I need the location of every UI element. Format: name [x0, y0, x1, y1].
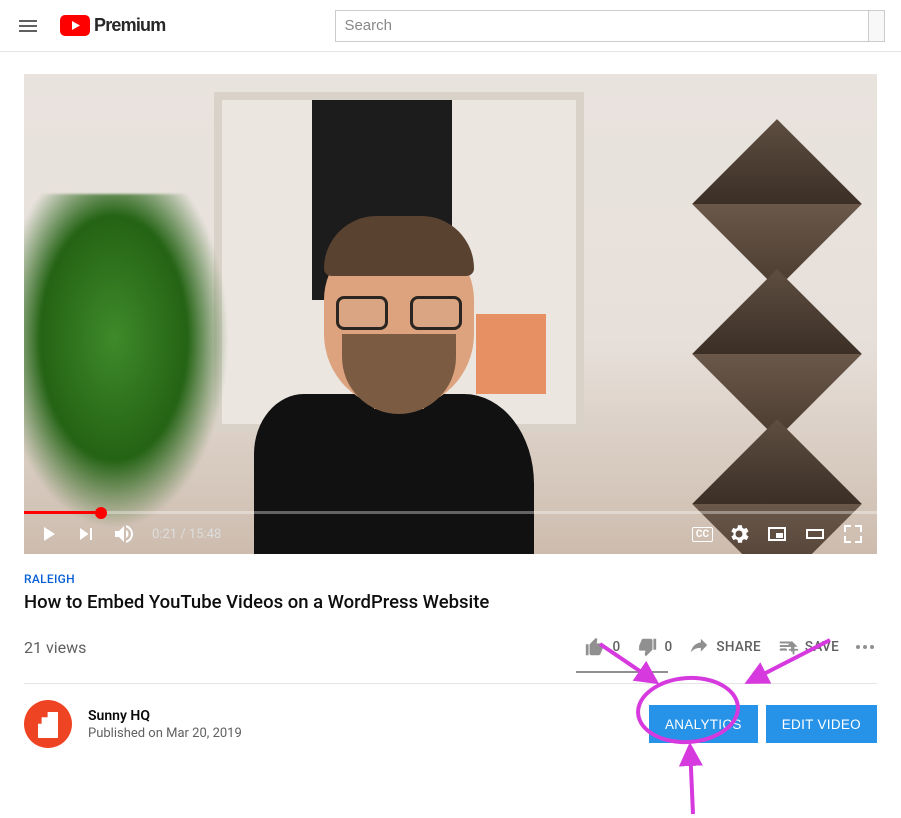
video-frame — [24, 74, 877, 554]
logo-text: Premium — [94, 15, 165, 36]
dislike-count: 0 — [664, 639, 672, 655]
edit-video-button[interactable]: EDIT VIDEO — [766, 705, 877, 743]
share-icon — [688, 636, 710, 658]
dislike-button[interactable]: 0 — [628, 627, 680, 667]
video-title: How to Embed YouTube Videos on a WordPre… — [24, 591, 877, 613]
search-button[interactable] — [869, 10, 885, 42]
channel-avatar[interactable] — [24, 700, 72, 748]
analytics-button[interactable]: ANALYTICS — [649, 705, 758, 743]
fullscreen-icon[interactable] — [841, 522, 865, 546]
more-icon[interactable] — [853, 635, 877, 659]
captions-button[interactable]: CC — [692, 527, 713, 542]
video-player[interactable]: 0:21 / 15:48 CC — [24, 74, 877, 554]
video-category[interactable]: RALEIGH — [24, 572, 877, 586]
like-count: 0 — [612, 639, 620, 655]
divider — [24, 683, 877, 684]
play-icon[interactable] — [36, 522, 60, 546]
thumbs-up-icon — [584, 636, 606, 658]
next-icon[interactable] — [74, 522, 98, 546]
sentiment-bar — [576, 671, 668, 673]
save-button[interactable]: SAVE — [769, 627, 847, 667]
save-icon — [777, 636, 799, 658]
share-button[interactable]: SHARE — [680, 627, 768, 667]
thumbs-down-icon — [636, 636, 658, 658]
like-button[interactable]: 0 — [576, 627, 628, 667]
share-label: SHARE — [716, 639, 760, 655]
settings-icon[interactable] — [727, 522, 751, 546]
volume-icon[interactable] — [112, 522, 136, 546]
publish-date: Published on Mar 20, 2019 — [88, 726, 242, 741]
theater-icon[interactable] — [803, 522, 827, 546]
menu-icon[interactable] — [16, 14, 40, 38]
channel-name[interactable]: Sunny HQ — [88, 708, 242, 724]
youtube-logo[interactable]: Premium — [60, 15, 165, 36]
miniplayer-icon[interactable] — [765, 522, 789, 546]
search-input[interactable] — [335, 10, 869, 42]
view-count: 21 views — [24, 638, 86, 657]
youtube-play-icon — [60, 15, 90, 36]
time-display: 0:21 / 15:48 — [152, 527, 221, 542]
save-label: SAVE — [805, 639, 839, 655]
